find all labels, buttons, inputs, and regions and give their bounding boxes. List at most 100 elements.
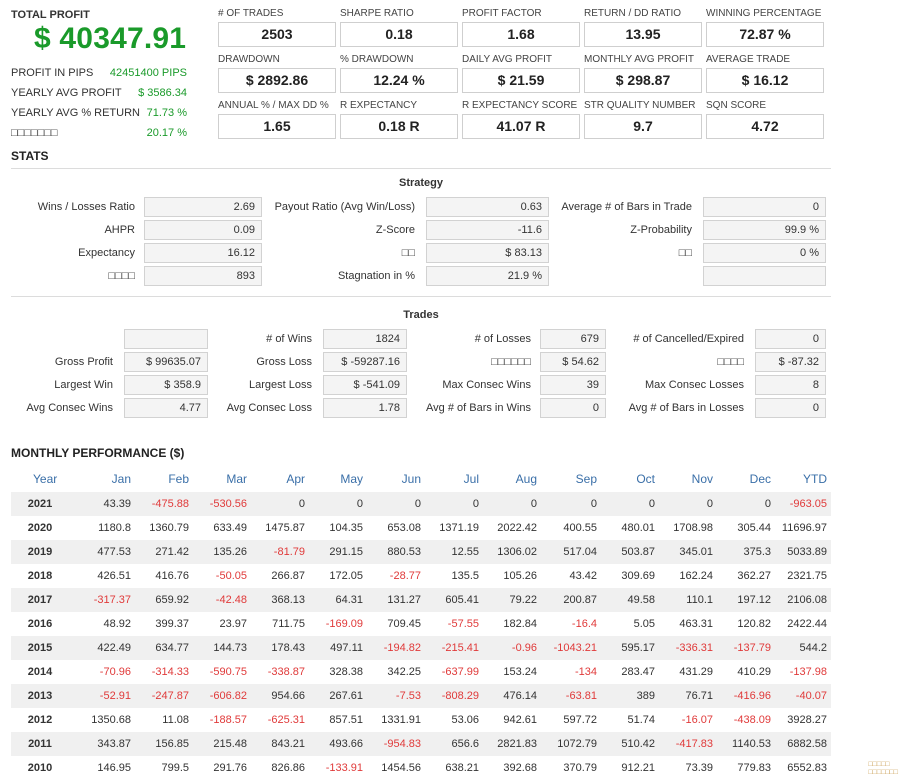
stat-value: 16.12 — [144, 243, 262, 263]
metric-label: DAILY AVG PROFIT — [462, 54, 553, 65]
summary-value: 42451400 PIPS — [109, 67, 187, 79]
month-value-cell: 857.51 — [329, 714, 363, 726]
strategy-heading: Strategy — [398, 177, 444, 189]
column-header-aug[interactable]: Aug — [483, 466, 541, 492]
month-value-cell: 497.11 — [309, 636, 367, 660]
month-value-cell: -7.53 — [367, 684, 425, 708]
table-row: 2014 -70.96 -314.33 -590.75 -338.87 328.38 342… — [11, 660, 831, 684]
total-profit-title: TOTAL PROFIT — [11, 9, 90, 21]
month-value-cell: -28.77 — [389, 570, 421, 582]
month-value-cell: 342.25 — [387, 666, 421, 678]
year-cell: 2016 — [27, 618, 53, 630]
month-value-cell: -963.05 — [775, 492, 831, 516]
column-header-sep[interactable]: Sep — [541, 466, 601, 492]
month-value-cell: 0 — [717, 492, 775, 516]
month-value-cell: 826.86 — [271, 762, 305, 774]
table-row: 2013 -52.91 -247.87 -606.82 954.66 267.61 -7.5… — [11, 684, 831, 708]
metric-card: R EXPECTANCY SCORE 41.07 R — [462, 100, 580, 139]
month-value-cell: 638.21 — [445, 762, 479, 774]
metric-value: 1.65 — [218, 114, 336, 139]
table-row: 2011 343.87 156.85 215.48 843.21 493.66 -954.8… — [11, 732, 831, 756]
table-row: 2019 477.53 271.42 135.26 -81.79 291.15 880.53… — [11, 540, 831, 564]
column-header-jul[interactable]: Jul — [425, 466, 483, 492]
month-value-cell: 0 — [309, 492, 367, 516]
month-value-cell: 5033.89 — [775, 540, 831, 564]
month-value-cell: 605.41 — [425, 588, 483, 612]
metric-value: 72.87 % — [706, 22, 824, 47]
month-value-cell: -475.88 — [135, 492, 193, 516]
month-value-cell: -81.79 — [251, 540, 309, 564]
month-value-cell: 0 — [659, 492, 717, 516]
stat-label: Average # of Bars in Trade — [561, 201, 692, 213]
column-header-year[interactable]: Year — [11, 466, 73, 492]
month-value-cell: 1708.98 — [673, 522, 713, 534]
metric-card: % DRAWDOWN 12.24 % — [340, 54, 458, 93]
month-value-cell: 480.01 — [621, 522, 655, 534]
month-value-cell: -416.96 — [717, 684, 775, 708]
column-header-feb[interactable]: Feb — [135, 466, 193, 492]
month-value-cell: 410.29 — [737, 666, 771, 678]
trades-heading: Trades — [403, 309, 439, 321]
metric-value: $ 21.59 — [462, 68, 580, 93]
trade-label: Gross Loss — [256, 356, 312, 368]
column-header-may[interactable]: May — [309, 466, 367, 492]
column-header-mar[interactable]: Mar — [193, 466, 251, 492]
metric-label: MONTHLY AVG PROFIT — [584, 54, 695, 65]
metric-label: AVERAGE TRADE — [706, 54, 791, 65]
metric-value: 2503 — [218, 22, 336, 47]
trade-value: 0 — [755, 398, 826, 418]
month-value-cell: 2022.42 — [497, 522, 537, 534]
metric-card: WINNING PERCENTAGE 72.87 % — [706, 8, 824, 47]
metric-card: ANNUAL % / MAX DD % 1.65 — [218, 100, 336, 139]
column-header-jun[interactable]: Jun — [367, 466, 425, 492]
month-value-cell: 200.87 — [541, 588, 601, 612]
summary-label: YEARLY AVG % RETURN — [11, 107, 140, 119]
month-value-cell: 23.97 — [219, 618, 247, 630]
month-value-cell: -16.4 — [571, 618, 597, 630]
divider — [11, 296, 831, 297]
month-value-cell: -954.83 — [367, 732, 425, 756]
metric-value: 41.07 R — [462, 114, 580, 139]
stat-value: 0 % — [703, 243, 826, 263]
year-cell: 2011 — [11, 732, 73, 756]
summary-value: $ 3586.34 — [138, 87, 187, 99]
month-value-cell: 544.2 — [775, 636, 831, 660]
stat-label: □□ — [401, 247, 415, 259]
month-value-cell: 283.47 — [621, 666, 655, 678]
trade-value: $ 358.9 — [124, 375, 208, 395]
metric-value: 9.7 — [584, 114, 702, 139]
month-value-cell: -133.91 — [325, 762, 363, 774]
table-row: 2016 48.92 399.37 23.97 711.75 -169.09 709.45 -… — [11, 612, 831, 636]
table-row: 2020 1180.8 1360.79 633.49 1475.87 104.35 653.… — [11, 516, 831, 540]
month-value-cell: 634.77 — [135, 636, 193, 660]
year-cell: 2013 — [11, 684, 73, 708]
summary-label: □□□□□□□ — [11, 127, 58, 139]
table-row: 2021 43.39 -475.88 -530.56 0 0 0 0 0 0 0 0 0 -963.05 — [11, 492, 831, 516]
month-value-cell: 399.37 — [155, 618, 189, 630]
column-header-ytd[interactable]: YTD — [775, 466, 831, 492]
month-value-cell: 0 — [425, 492, 483, 516]
month-value-cell: 131.27 — [367, 588, 425, 612]
stat-label: Payout Ratio (Avg Win/Loss) — [274, 201, 415, 213]
table-row: 2017 -317.37 659.92 -42.48 368.13 64.31 131.27… — [11, 588, 831, 612]
month-value-cell: 709.45 — [387, 618, 421, 630]
month-value-cell: 110.1 — [659, 588, 717, 612]
stat-value: -11.6 — [426, 220, 549, 240]
year-cell: 2015 — [11, 636, 73, 660]
column-header-nov[interactable]: Nov — [659, 466, 717, 492]
month-value-cell: 135.5 — [451, 570, 479, 582]
trade-value: $ 54.62 — [540, 352, 606, 372]
column-header-dec[interactable]: Dec — [717, 466, 775, 492]
month-value-cell: 1331.91 — [381, 714, 421, 726]
month-value-cell: 43.39 — [73, 492, 135, 516]
month-value-cell: 162.24 — [679, 570, 713, 582]
month-value-cell: 43.42 — [569, 570, 597, 582]
column-header-oct[interactable]: Oct — [601, 466, 659, 492]
month-value-cell: -625.31 — [267, 714, 305, 726]
column-header-apr[interactable]: Apr — [251, 466, 309, 492]
month-value-cell: 172.05 — [329, 570, 363, 582]
trade-value: 0 — [540, 398, 606, 418]
month-value-cell: 1072.79 — [541, 732, 601, 756]
month-value-cell: 271.42 — [135, 540, 193, 564]
column-header-jan[interactable]: Jan — [73, 466, 135, 492]
